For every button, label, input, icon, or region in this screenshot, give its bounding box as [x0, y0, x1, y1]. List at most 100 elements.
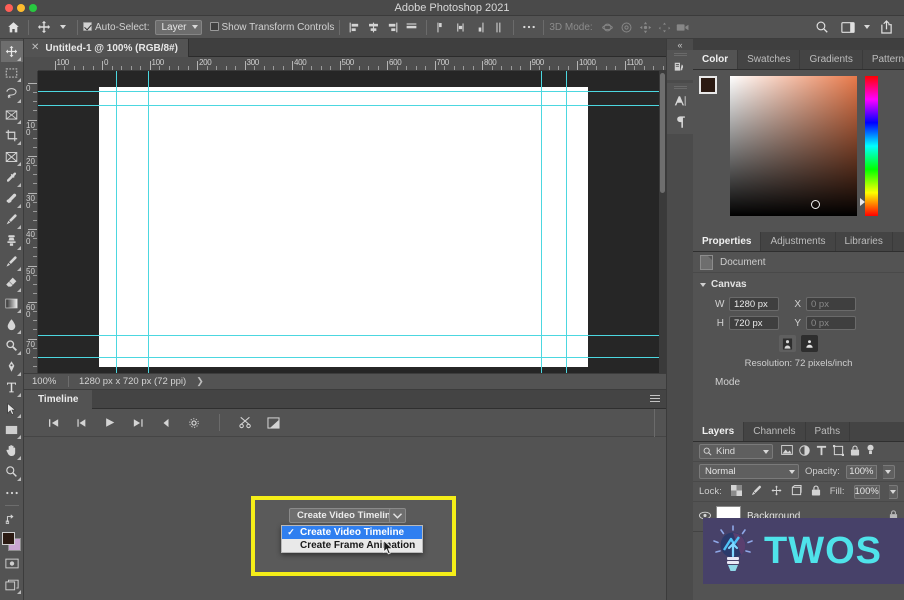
clone-stamp-tool[interactable]	[1, 230, 23, 251]
edit-toolbar-tool[interactable]	[1, 482, 23, 503]
tab-layers[interactable]: Layers	[693, 422, 745, 441]
distribute-vertical-centers-icon[interactable]	[451, 18, 470, 37]
path-selection-tool[interactable]	[1, 398, 23, 419]
hue-slider[interactable]	[865, 76, 878, 216]
tab-patterns[interactable]: Patterns	[863, 50, 904, 69]
tab-color[interactable]: Color	[693, 50, 739, 69]
frame-tool[interactable]	[1, 146, 23, 167]
pen-tool[interactable]	[1, 356, 23, 377]
tool-preset-chevron-icon[interactable]	[53, 18, 72, 37]
tab-gradients[interactable]: Gradients	[800, 50, 863, 69]
swap-colors-icon[interactable]	[1, 508, 23, 529]
quick-mask-icon[interactable]	[1, 553, 23, 574]
height-input[interactable]: 720 px	[729, 316, 779, 330]
guide-vertical[interactable]	[148, 71, 149, 373]
settings-gear-icon[interactable]	[186, 415, 201, 430]
vertical-ruler[interactable]: 0 100 200 300 400 500 600 700	[24, 71, 38, 373]
horizontal-type-tool[interactable]	[1, 377, 23, 398]
opacity-stepper[interactable]	[882, 464, 895, 479]
paragraph-icon[interactable]	[667, 111, 693, 132]
align-right-edges-icon[interactable]	[383, 18, 402, 37]
guide-horizontal[interactable]	[38, 105, 666, 106]
menu-item-create-frame-animation[interactable]: Create Frame Animation	[282, 539, 422, 552]
color-field[interactable]	[730, 76, 857, 216]
opacity-input[interactable]: 100%	[845, 464, 877, 479]
chevron-down-icon[interactable]	[700, 282, 706, 287]
tab-swatches[interactable]: Swatches	[738, 50, 801, 69]
guide-vertical[interactable]	[116, 71, 117, 373]
chevron-right-icon[interactable]: ❯	[186, 376, 204, 387]
move-tool-icon[interactable]	[34, 18, 53, 37]
split-at-playhead-icon[interactable]	[238, 415, 253, 430]
document-tab[interactable]: ✕ Untitled-1 @ 100% (RGB/8#)	[24, 39, 189, 57]
eraser-tool[interactable]	[1, 272, 23, 293]
fill-input[interactable]: 100%	[853, 484, 880, 499]
show-transform-checkbox-box[interactable]	[209, 21, 219, 31]
tab-libraries[interactable]: Libraries	[836, 232, 893, 251]
tab-timeline[interactable]: Timeline	[24, 390, 93, 409]
align-left-edges-icon[interactable]	[345, 18, 364, 37]
audio-icon[interactable]	[158, 415, 173, 430]
next-frame-icon[interactable]	[130, 415, 145, 430]
transition-icon[interactable]	[266, 415, 281, 430]
guide-vertical[interactable]	[566, 71, 567, 373]
pixel-layer-filter-icon[interactable]	[781, 445, 793, 458]
distribute-bottom-edges-icon[interactable]	[470, 18, 489, 37]
align-horizontal-centers-icon[interactable]	[364, 18, 383, 37]
tab-adjustments[interactable]: Adjustments	[761, 232, 836, 251]
collapse-panels-icon[interactable]: «	[667, 39, 693, 50]
portrait-orientation-icon[interactable]	[779, 335, 796, 352]
shape-layer-filter-icon[interactable]	[833, 444, 844, 459]
go-to-first-frame-icon[interactable]	[46, 415, 61, 430]
chevron-down-icon[interactable]	[864, 25, 870, 29]
ellipsis-icon[interactable]	[519, 18, 538, 37]
auto-select-scope-dropdown[interactable]: Layer	[155, 19, 202, 35]
create-video-timeline-button[interactable]: Create Video Timeline	[289, 508, 404, 523]
width-input[interactable]: 1280 px	[729, 297, 779, 311]
auto-select-checkbox[interactable]: Auto-Select:	[83, 21, 149, 33]
close-icon[interactable]: ✕	[31, 43, 39, 53]
adjustment-layer-filter-icon[interactable]	[799, 444, 810, 459]
panel-menu-icon[interactable]	[650, 395, 660, 404]
y-input[interactable]: 0 px	[806, 316, 856, 330]
scrollbar-thumb[interactable]	[660, 73, 665, 193]
search-icon[interactable]	[812, 18, 831, 37]
create-timeline-dropdown-menu[interactable]: ✓ Create Video Timeline Create Frame Anima…	[281, 525, 423, 553]
guide-vertical[interactable]	[541, 71, 542, 373]
object-selection-tool[interactable]	[1, 104, 23, 125]
fill-stepper[interactable]	[888, 484, 898, 499]
lock-all-icon[interactable]	[811, 484, 821, 499]
color-panel-swatches[interactable]	[699, 76, 725, 102]
guide-horizontal[interactable]	[38, 91, 666, 92]
canvas-vertical-scrollbar[interactable]	[659, 71, 666, 373]
lasso-tool[interactable]	[1, 83, 23, 104]
zoom-level[interactable]: 100%	[24, 376, 68, 387]
crop-tool[interactable]	[1, 125, 23, 146]
canvas-section-header[interactable]: Canvas	[693, 279, 904, 290]
share-icon[interactable]	[877, 18, 896, 37]
hand-tool[interactable]	[1, 440, 23, 461]
dodge-tool[interactable]	[1, 335, 23, 356]
color-swatches[interactable]	[1, 531, 23, 553]
home-icon[interactable]	[4, 18, 23, 37]
guide-horizontal[interactable]	[38, 335, 666, 336]
screen-mode-icon[interactable]	[1, 574, 23, 595]
spot-healing-brush-tool[interactable]	[1, 188, 23, 209]
foreground-color-swatch[interactable]	[1, 532, 15, 545]
smart-object-filter-icon[interactable]	[850, 445, 860, 459]
move-tool[interactable]	[0, 41, 23, 62]
zoom-tool[interactable]	[1, 461, 23, 482]
tab-properties[interactable]: Properties	[693, 232, 762, 251]
landscape-orientation-icon[interactable]	[801, 335, 818, 352]
lock-artboard-nesting-icon[interactable]	[791, 484, 802, 499]
previous-frame-icon[interactable]	[74, 415, 89, 430]
brush-tool[interactable]	[1, 209, 23, 230]
blend-mode-dropdown[interactable]: Normal	[699, 464, 799, 479]
create-timeline-dropdown-arrow[interactable]	[389, 508, 406, 523]
foreground-color-swatch[interactable]	[699, 76, 717, 94]
history-icon[interactable]	[667, 57, 693, 78]
x-input[interactable]: 0 px	[806, 297, 856, 311]
lock-transparent-pixels-icon[interactable]	[730, 484, 742, 499]
blur-tool[interactable]	[1, 314, 23, 335]
canvas-area[interactable]	[38, 71, 666, 373]
